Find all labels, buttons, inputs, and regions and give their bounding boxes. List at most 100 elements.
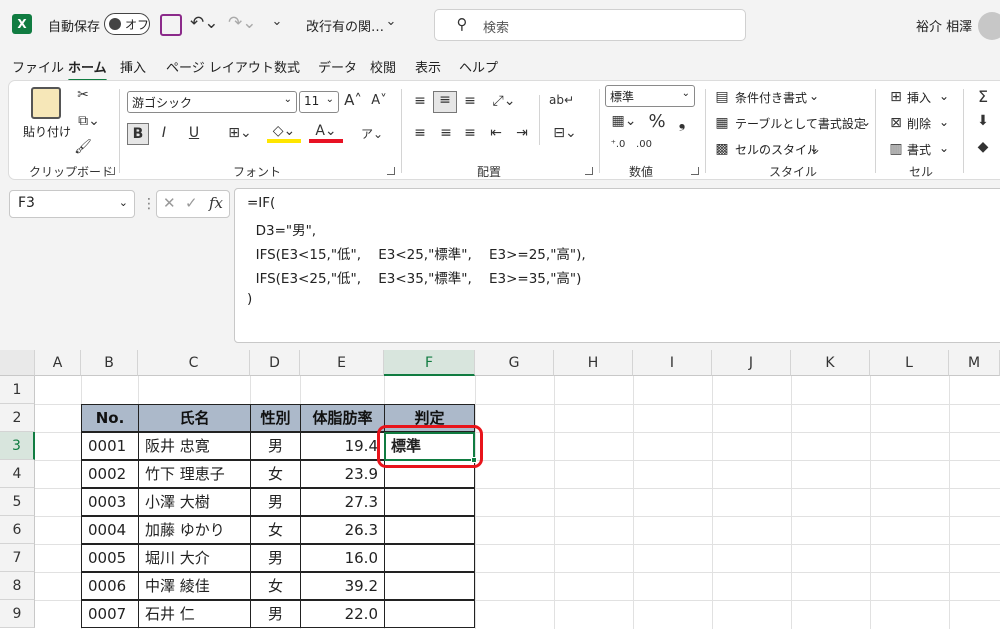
table-cell[interactable]: 小澤 大樹 (138, 488, 251, 516)
align-middle-icon[interactable]: ≡ (433, 91, 457, 113)
clipboard-launcher-icon[interactable] (107, 167, 115, 175)
delete-cells-button[interactable]: 削除 (907, 115, 931, 132)
cell-styles-button[interactable]: セルのスタイル (735, 141, 819, 158)
table-cell[interactable]: 16.0 (300, 544, 385, 572)
font-color-icon[interactable]: A⌄ (309, 123, 343, 143)
row-header[interactable]: 5 (0, 488, 35, 516)
chevron-down-icon[interactable]: ⌄ (809, 89, 819, 103)
column-header[interactable]: E (300, 350, 384, 376)
chevron-down-icon[interactable]: ⌄ (939, 115, 949, 129)
column-header[interactable]: I (633, 350, 712, 376)
align-left-icon[interactable]: ≡ (411, 125, 429, 141)
column-header[interactable]: J (712, 350, 791, 376)
name-box[interactable]: F3 ⌄ (9, 190, 135, 218)
save-icon[interactable] (160, 14, 182, 36)
tab-review[interactable]: 校閲 (370, 57, 396, 76)
tab-help[interactable]: ヘルプ (459, 57, 498, 76)
column-header[interactable]: H (554, 350, 633, 376)
decrease-decimal-icon[interactable]: .00 (633, 139, 655, 150)
chevron-down-icon[interactable]: ⌄ (939, 89, 949, 103)
merge-center-icon[interactable]: ⊟⌄ (549, 125, 581, 141)
table-cell[interactable]: 石井 仁 (138, 600, 251, 628)
alignment-launcher-icon[interactable] (585, 167, 593, 175)
search-box[interactable]: ⚲ 検索 (434, 9, 746, 41)
row-header[interactable]: 4 (0, 460, 35, 488)
increase-indent-icon[interactable]: ⇥ (513, 125, 531, 141)
column-header[interactable]: A (35, 350, 81, 376)
tab-view[interactable]: 表示 (415, 57, 441, 76)
increase-font-icon[interactable]: A˄ (343, 91, 363, 109)
column-header[interactable]: B (81, 350, 138, 376)
align-top-icon[interactable]: ≡ (411, 93, 429, 109)
increase-decimal-icon[interactable]: ⁺.0 (607, 139, 629, 150)
tab-page-layout[interactable]: ページ レイアウト (166, 57, 274, 76)
column-header[interactable]: K (791, 350, 870, 376)
underline-button[interactable]: U (179, 125, 209, 141)
insert-cells-button[interactable]: 挿入 (907, 89, 931, 106)
table-cell[interactable]: 堀川 大介 (138, 544, 251, 572)
fill-icon[interactable]: ⬇ (973, 113, 993, 129)
chevron-down-icon[interactable]: ⌄ (384, 14, 398, 29)
table-cell[interactable]: 0006 (81, 572, 139, 600)
table-cell[interactable]: 19.4 (300, 432, 385, 460)
format-as-table-icon[interactable]: ▦ (713, 115, 731, 131)
table-cell[interactable]: 女 (250, 460, 301, 488)
select-all-corner[interactable] (0, 350, 35, 376)
table-cell[interactable]: 0007 (81, 600, 139, 628)
row-header[interactable]: 7 (0, 544, 35, 572)
column-header[interactable]: M (949, 350, 1000, 376)
cancel-icon[interactable]: ✕ (163, 194, 176, 212)
table-cell[interactable]: 男 (250, 600, 301, 628)
table-cell[interactable]: 39.2 (300, 572, 385, 600)
table-cell[interactable]: 27.3 (300, 488, 385, 516)
number-launcher-icon[interactable] (691, 167, 699, 175)
cut-icon[interactable]: ✂ (73, 87, 93, 103)
delete-cells-icon[interactable]: ⊠ (887, 115, 905, 131)
italic-button[interactable]: I (155, 125, 173, 141)
currency-icon[interactable]: ▦⌄ (607, 113, 641, 129)
tab-data[interactable]: データ (318, 57, 357, 76)
table-cell[interactable]: 22.0 (300, 600, 385, 628)
autosum-icon[interactable]: Σ (973, 87, 993, 106)
phonetic-icon[interactable]: ア⌄ (355, 125, 389, 142)
table-cell[interactable]: 0005 (81, 544, 139, 572)
font-launcher-icon[interactable] (387, 167, 395, 175)
fill-color-icon[interactable]: ◇⌄ (267, 123, 301, 143)
customize-qat-icon[interactable]: ⌄ (268, 14, 286, 29)
enter-icon[interactable]: ✓ (185, 194, 198, 212)
paste-icon[interactable] (31, 87, 61, 119)
tab-insert[interactable]: 挿入 (120, 57, 146, 76)
autosave-toggle[interactable]: オフ (104, 13, 150, 35)
column-header-selected[interactable]: F (384, 350, 475, 376)
table-cell[interactable] (384, 488, 475, 516)
align-bottom-icon[interactable]: ≡ (461, 93, 479, 109)
bold-button[interactable]: B (127, 123, 149, 145)
format-cells-icon[interactable]: ▥ (887, 141, 905, 157)
table-cell[interactable]: 加藤 ゆかり (138, 516, 251, 544)
table-cell[interactable]: 26.3 (300, 516, 385, 544)
redo-icon[interactable]: ↷⌄ (228, 13, 257, 33)
table-cell[interactable]: 男 (250, 488, 301, 516)
decrease-indent-icon[interactable]: ⇤ (487, 125, 505, 141)
wrap-text-icon[interactable]: ab↵ (549, 93, 574, 107)
avatar[interactable] (978, 12, 1000, 40)
borders-icon[interactable]: ⊞⌄ (223, 125, 257, 141)
column-header[interactable]: D (250, 350, 300, 376)
insert-cells-icon[interactable]: ⊞ (887, 89, 905, 105)
table-cell[interactable]: 中澤 綾佳 (138, 572, 251, 600)
table-header-cell[interactable]: No. (81, 404, 139, 432)
font-family-select[interactable]: 游ゴシック ⌄ (127, 91, 297, 113)
column-header[interactable]: L (870, 350, 949, 376)
column-header[interactable]: C (138, 350, 250, 376)
table-cell[interactable] (384, 572, 475, 600)
row-header[interactable]: 9 (0, 600, 35, 628)
paste-button[interactable]: 貼り付け (23, 123, 71, 140)
table-cell[interactable]: 男 (250, 544, 301, 572)
conditional-format-button[interactable]: 条件付き書式 (735, 89, 807, 106)
comma-style-icon[interactable]: ❟ (673, 111, 691, 132)
undo-icon[interactable]: ↶⌄ (190, 13, 219, 33)
number-format-select[interactable]: 標準 ⌄ (605, 85, 695, 107)
row-header[interactable]: 6 (0, 516, 35, 544)
table-header-cell[interactable]: 体脂肪率 (300, 404, 385, 432)
percent-button[interactable]: % (647, 111, 667, 132)
